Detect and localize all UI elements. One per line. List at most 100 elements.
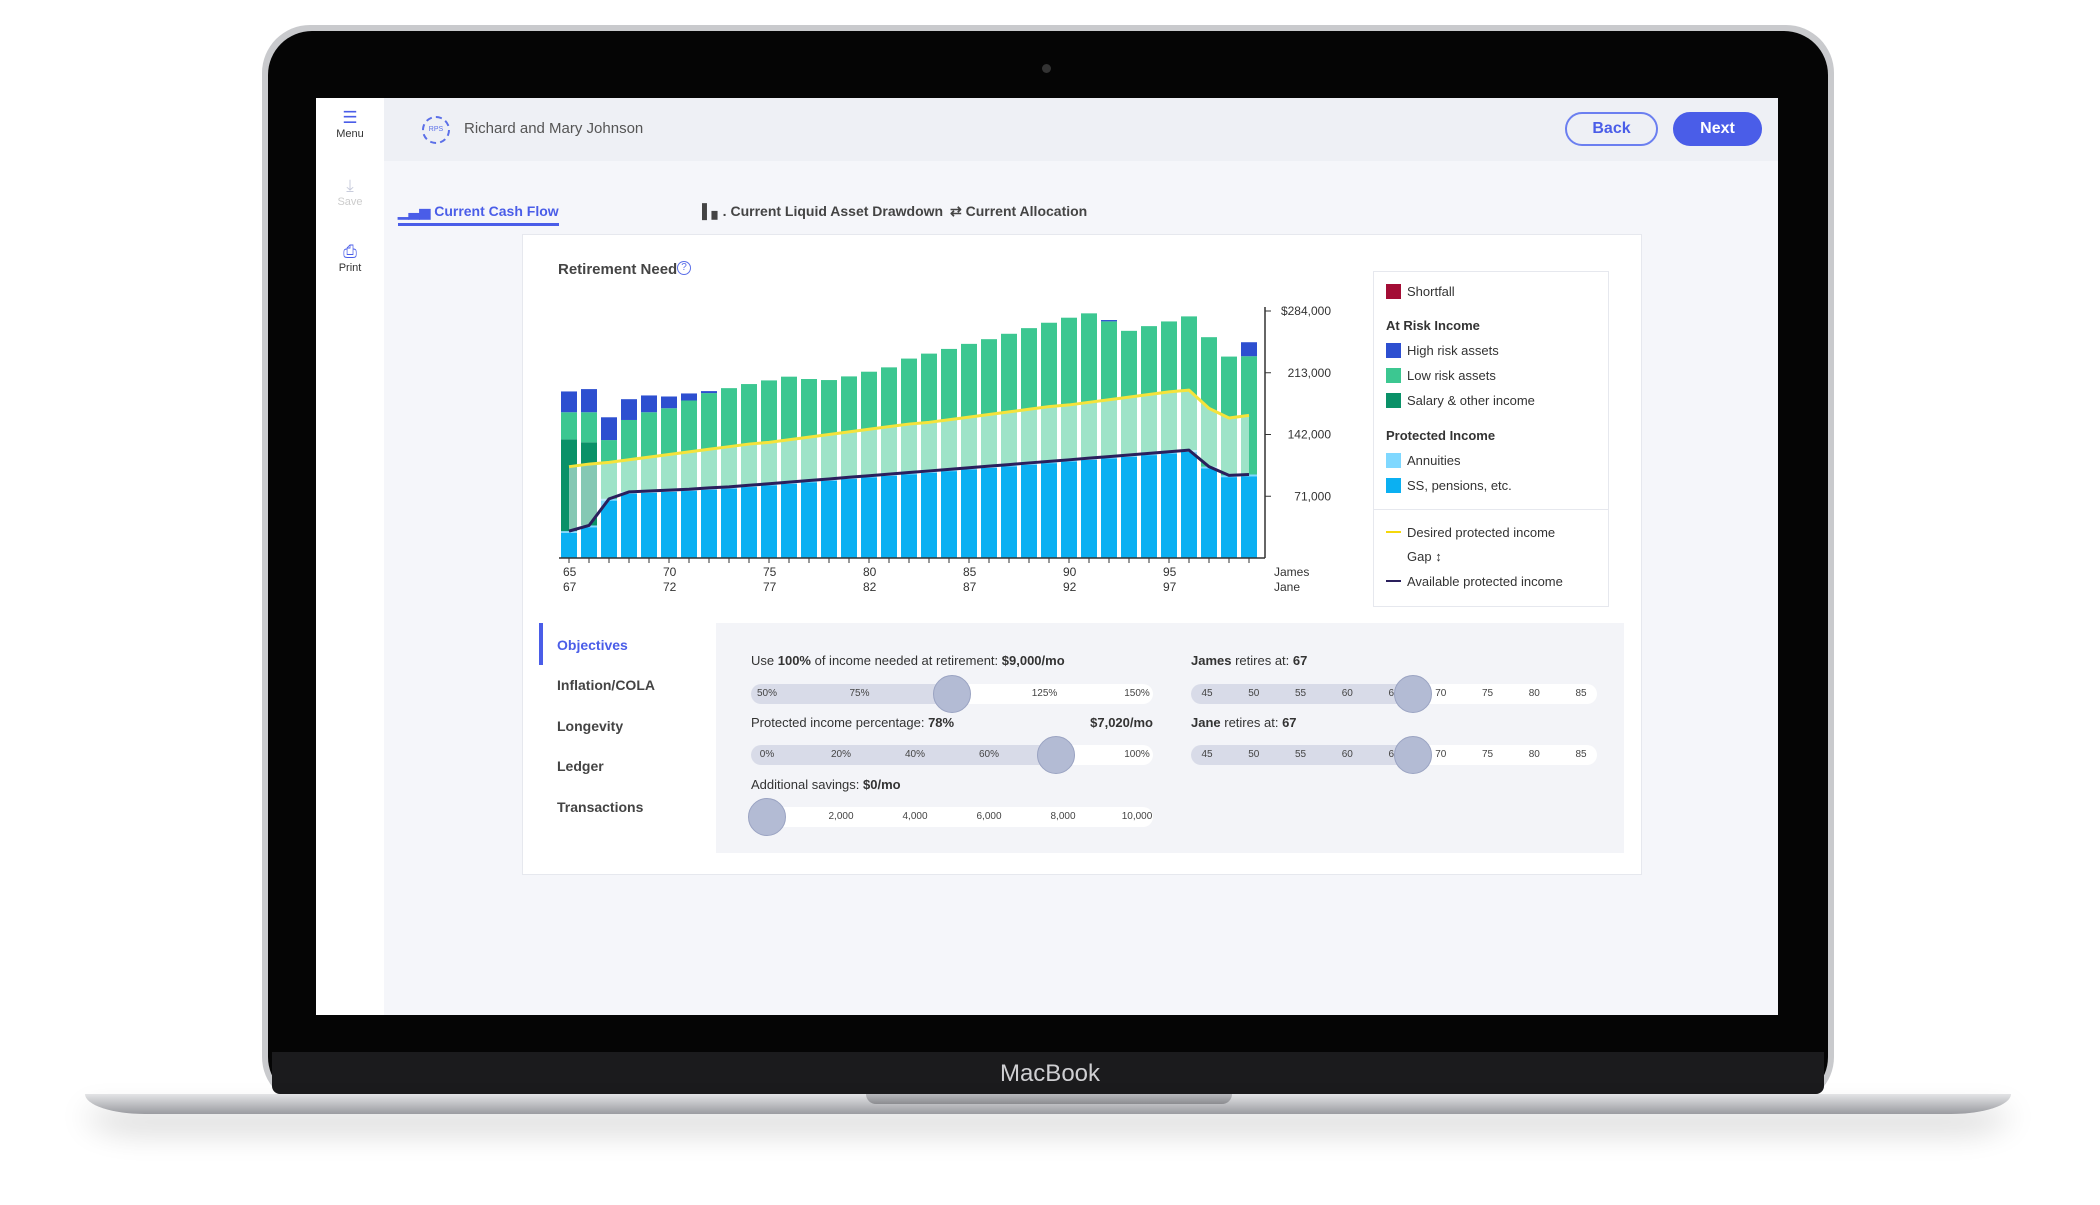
bar-ss-pensions-etc- bbox=[801, 482, 817, 558]
bar-ss-pensions-etc- bbox=[681, 491, 697, 558]
print-button[interactable]: ⎙ Print bbox=[316, 242, 384, 274]
save-button[interactable]: ⤓ Save bbox=[316, 176, 384, 208]
swatch bbox=[1386, 478, 1401, 493]
slider-thumb[interactable] bbox=[1393, 675, 1432, 713]
y-tick-label: $284,000 bbox=[1281, 304, 1331, 318]
slider-tick-label: 4,000 bbox=[902, 811, 928, 822]
bar-ss-pensions-etc- bbox=[661, 491, 677, 558]
bar-ss-pensions-etc- bbox=[1141, 455, 1157, 558]
slider-thumb[interactable] bbox=[1393, 736, 1432, 774]
bar-high-risk-assets bbox=[1241, 342, 1257, 357]
legend-label: Annuities bbox=[1407, 453, 1461, 468]
download-icon: ⤓ bbox=[346, 176, 354, 195]
james-retire-label: James retires at: 67 bbox=[1191, 653, 1308, 668]
slider-tick-label: 70 bbox=[1435, 749, 1447, 760]
slider-thumb[interactable] bbox=[748, 798, 786, 836]
slider-tick-label: 75 bbox=[1481, 749, 1494, 760]
header: RPS Richard and Mary Johnson Back Next bbox=[384, 98, 1778, 161]
slider-tick-label: 150% bbox=[1124, 688, 1150, 699]
jane-retire-slider[interactable]: 455055606570758085 bbox=[1191, 736, 1597, 774]
slider-fill bbox=[751, 745, 1056, 765]
legend-label: Shortfall bbox=[1407, 284, 1455, 299]
tab-current-allocation[interactable]: ⇄ Current Allocation bbox=[950, 203, 1087, 220]
bar-ss-pensions-etc- bbox=[721, 488, 737, 558]
x-tick-label-jane: 72 bbox=[663, 580, 677, 594]
bar-ss-pensions-etc- bbox=[1101, 458, 1117, 558]
laptop-notch bbox=[866, 1094, 1232, 1104]
slider-tick-label: 50 bbox=[1248, 688, 1260, 699]
protected-income-slider[interactable]: 0% 20% 40% 60% 100% bbox=[751, 736, 1153, 774]
slider-tick-label: 10,000 bbox=[1121, 811, 1153, 822]
legend-label: Low risk assets bbox=[1407, 368, 1496, 383]
bar-high-risk-assets bbox=[581, 389, 597, 413]
x-tick-label-jane: 82 bbox=[863, 580, 877, 594]
slider-thumb[interactable] bbox=[933, 675, 971, 713]
protected-income-label: Protected income percentage: 78% bbox=[751, 715, 955, 730]
bar-ss-pensions-etc- bbox=[861, 477, 877, 558]
nav-objectives[interactable]: Objectives bbox=[557, 637, 628, 653]
slider-tick-label: 80 bbox=[1528, 688, 1540, 699]
bar-high-risk-assets bbox=[601, 417, 617, 441]
next-button[interactable]: Next bbox=[1673, 112, 1762, 146]
bar-ss-pensions-etc- bbox=[641, 492, 657, 558]
y-tick-label: 71,000 bbox=[1294, 489, 1331, 503]
tab-current-liquid-asset-drawdown[interactable]: ▌▖. Current Liquid Asset Drawdown bbox=[702, 203, 943, 220]
nav-ledger[interactable]: Ledger bbox=[557, 758, 604, 774]
x-tick-label-james: 90 bbox=[1063, 565, 1077, 579]
bar-ss-pensions-etc- bbox=[1041, 463, 1057, 558]
tab-label: Current Cash Flow bbox=[434, 203, 559, 219]
nav-transactions[interactable]: Transactions bbox=[557, 799, 643, 815]
bar-low-risk-assets bbox=[581, 412, 597, 443]
legend-heading-protected: Protected Income bbox=[1386, 428, 1496, 443]
x-row-label: Jane bbox=[1274, 580, 1300, 594]
x-tick-label-james: 65 bbox=[563, 565, 577, 579]
objectives-panel: Objectives Inflation/COLA Longevity Ledg… bbox=[539, 623, 1624, 853]
legend-available: Available protected income bbox=[1386, 574, 1563, 589]
legend-shortfall: Shortfall bbox=[1386, 284, 1455, 299]
tab-current-cash-flow[interactable]: ▁▃▅ Current Cash Flow bbox=[398, 203, 559, 226]
slider-tick-label: 2,000 bbox=[828, 811, 854, 822]
slider-tick-label: 55 bbox=[1294, 749, 1307, 760]
protected-income-amount: $7,020/mo bbox=[1090, 715, 1153, 730]
slider-tick-label: 50% bbox=[756, 688, 778, 699]
bar-ss-pensions-etc- bbox=[961, 469, 977, 558]
legend-ss: SS, pensions, etc. bbox=[1386, 478, 1512, 493]
print-label: Print bbox=[338, 262, 362, 274]
slider-tick-label: 45 bbox=[1201, 749, 1213, 760]
slider-tick-label: 85 bbox=[1575, 688, 1587, 699]
gap-arrow-icon: ↕ bbox=[1435, 549, 1442, 564]
james-retire-slider[interactable]: 455055606570758085 bbox=[1191, 675, 1597, 713]
bar-ss-pensions-etc- bbox=[941, 471, 957, 558]
bar-ss-pensions-etc- bbox=[1201, 468, 1217, 558]
nav-longevity[interactable]: Longevity bbox=[557, 718, 623, 734]
slider-tick-label: 8,000 bbox=[1050, 811, 1076, 822]
legend-gap: Gap ↕ bbox=[1407, 549, 1442, 564]
slider-thumb[interactable] bbox=[1036, 736, 1075, 774]
bar-annuities bbox=[561, 531, 577, 533]
bar-ss-pensions-etc- bbox=[1021, 464, 1037, 558]
additional-savings-label: Additional savings: $0/mo bbox=[751, 777, 901, 792]
bar-ss-pensions-etc- bbox=[1081, 459, 1097, 558]
x-tick-label-james: 70 bbox=[663, 565, 677, 579]
x-tick-label-james: 75 bbox=[763, 565, 777, 579]
menu-label: Menu bbox=[336, 128, 364, 140]
income-needed-slider[interactable]: 50% 75% 125% 150% bbox=[751, 675, 1153, 713]
legend-annuities: Annuities bbox=[1386, 453, 1460, 468]
printer-icon: ⎙ bbox=[343, 242, 357, 261]
x-tick-label-jane: 77 bbox=[763, 580, 777, 594]
nav-inflation-cola[interactable]: Inflation/COLA bbox=[557, 677, 655, 693]
bar-high-risk-assets bbox=[1101, 320, 1117, 322]
sidebar: ☰ Menu ⤓ Save ⎙ Print bbox=[316, 98, 384, 1015]
legend-label: Salary & other income bbox=[1407, 393, 1535, 408]
swatch bbox=[1386, 343, 1401, 358]
camera bbox=[1042, 64, 1051, 73]
slider-tick-label: 40% bbox=[904, 749, 926, 760]
back-button[interactable]: Back bbox=[1565, 112, 1658, 146]
additional-savings-slider[interactable]: 2,000 4,000 6,000 8,000 10,000 bbox=[748, 798, 1153, 836]
tab-label: Current Allocation bbox=[965, 203, 1088, 219]
swatch bbox=[1386, 368, 1401, 383]
bar-ss-pensions-etc- bbox=[621, 493, 637, 558]
legend-low-risk: Low risk assets bbox=[1386, 368, 1496, 383]
slider-tick-label: 60 bbox=[1341, 688, 1353, 699]
menu-button[interactable]: ☰ Menu bbox=[316, 108, 384, 140]
